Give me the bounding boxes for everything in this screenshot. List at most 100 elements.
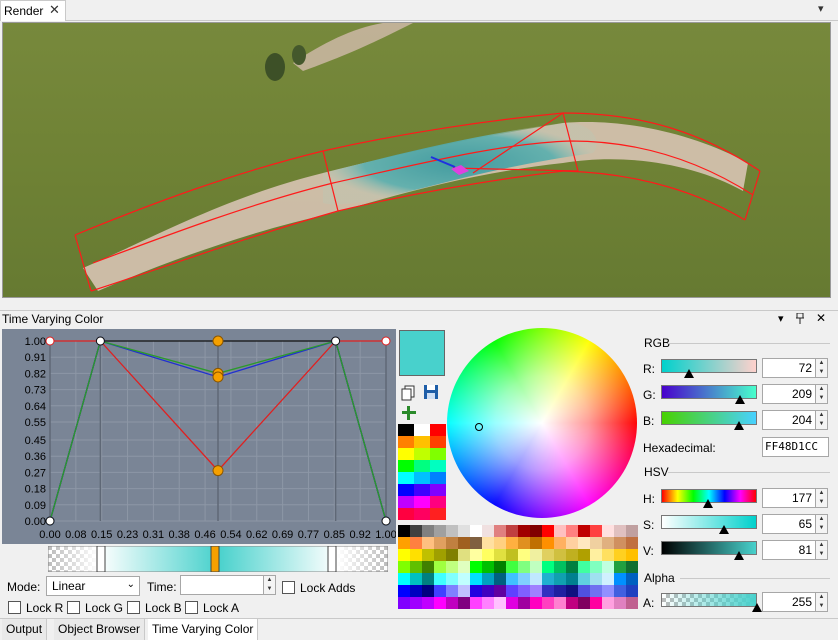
lock-a-checkbox[interactable] xyxy=(185,601,198,614)
palette-swatch[interactable] xyxy=(566,525,578,537)
time-input[interactable] xyxy=(180,575,264,595)
palette-swatch[interactable] xyxy=(398,597,410,609)
palette-swatch[interactable] xyxy=(470,537,482,549)
palette-swatch[interactable] xyxy=(434,561,446,573)
palette-swatch[interactable] xyxy=(446,525,458,537)
s-slider[interactable] xyxy=(661,515,757,529)
curve-graph[interactable]: 1.00 0.91 0.82 0.73 0.64 0.55 0.45 0.36 0.27 0.18… xyxy=(2,329,397,544)
palette-swatch[interactable] xyxy=(626,537,638,549)
palette-swatch[interactable] xyxy=(566,537,578,549)
palette-swatch[interactable] xyxy=(506,585,518,597)
lock-g-checkbox[interactable] xyxy=(67,601,80,614)
palette-swatch[interactable] xyxy=(614,537,626,549)
palette-swatch[interactable] xyxy=(518,561,530,573)
palette-swatch[interactable] xyxy=(414,460,430,472)
alpha-key-point[interactable] xyxy=(381,516,391,526)
palette-swatch[interactable] xyxy=(414,484,430,496)
palette-swatch[interactable] xyxy=(614,549,626,561)
palette-swatch[interactable] xyxy=(590,585,602,597)
palette-swatch[interactable] xyxy=(398,537,410,549)
palette-swatch[interactable] xyxy=(578,585,590,597)
palette-swatch[interactable] xyxy=(422,561,434,573)
mode-select[interactable]: Linear ⌄ xyxy=(46,576,140,596)
palette-swatch[interactable] xyxy=(554,573,566,585)
palette-swatch[interactable] xyxy=(398,424,414,436)
alpha-key-point[interactable] xyxy=(95,336,105,346)
palette-swatch[interactable] xyxy=(518,585,530,597)
palette-swatch[interactable] xyxy=(430,436,446,448)
palette-swatch[interactable] xyxy=(578,597,590,609)
g-slider-thumb[interactable] xyxy=(735,395,745,404)
palette-swatch[interactable] xyxy=(434,537,446,549)
palette-swatch[interactable] xyxy=(542,585,554,597)
palette-swatch[interactable] xyxy=(578,549,590,561)
palette-swatch[interactable] xyxy=(430,424,446,436)
palette-swatch[interactable] xyxy=(602,585,614,597)
palette-swatch[interactable] xyxy=(554,561,566,573)
a-slider-thumb[interactable] xyxy=(752,603,762,612)
close-icon[interactable]: ✕ xyxy=(816,311,826,325)
palette-swatch[interactable] xyxy=(398,484,414,496)
palette-swatch[interactable] xyxy=(414,448,430,460)
palette-swatch[interactable] xyxy=(470,525,482,537)
palette-swatch[interactable] xyxy=(602,561,614,573)
palette-swatch[interactable] xyxy=(434,597,446,609)
palette-swatch[interactable] xyxy=(542,537,554,549)
render-viewport[interactable] xyxy=(2,22,831,298)
palette-swatch[interactable] xyxy=(530,561,542,573)
palette-swatch[interactable] xyxy=(614,585,626,597)
palette-swatch[interactable] xyxy=(530,573,542,585)
palette-swatch[interactable] xyxy=(566,573,578,585)
a-stepper[interactable]: ▲ ▼ xyxy=(815,592,828,612)
palette-swatch[interactable] xyxy=(554,525,566,537)
chevron-down-icon[interactable]: ▾ xyxy=(778,312,784,325)
palette-swatch[interactable] xyxy=(422,573,434,585)
palette-swatch[interactable] xyxy=(506,573,518,585)
palette-swatch[interactable] xyxy=(590,549,602,561)
plus-icon[interactable] xyxy=(401,405,417,421)
palette-swatch[interactable] xyxy=(482,597,494,609)
palette-swatch[interactable] xyxy=(398,573,410,585)
palette-swatch[interactable] xyxy=(470,585,482,597)
palette-swatch[interactable] xyxy=(422,585,434,597)
palette-swatch[interactable] xyxy=(542,597,554,609)
lock-b-checkbox[interactable] xyxy=(127,601,140,614)
b-value[interactable]: 204 xyxy=(762,410,816,430)
hex-input[interactable]: FF48D1CC xyxy=(762,437,829,457)
palette-swatch[interactable] xyxy=(482,525,494,537)
red-key-point[interactable] xyxy=(212,465,224,477)
palette-swatch[interactable] xyxy=(410,585,422,597)
palette-swatch[interactable] xyxy=(414,436,430,448)
gradient-key[interactable] xyxy=(327,545,337,573)
palette-swatch[interactable] xyxy=(530,549,542,561)
time-stepper[interactable]: ▲ ▼ xyxy=(263,575,276,595)
palette-swatch[interactable] xyxy=(506,561,518,573)
palette-swatch[interactable] xyxy=(446,585,458,597)
palette-swatch[interactable] xyxy=(542,549,554,561)
palette-swatch[interactable] xyxy=(530,537,542,549)
palette-swatch[interactable] xyxy=(494,537,506,549)
palette-swatch[interactable] xyxy=(578,525,590,537)
lock-adds-checkbox[interactable] xyxy=(282,581,295,594)
palette-swatch[interactable] xyxy=(414,424,430,436)
palette-swatch[interactable] xyxy=(530,525,542,537)
palette-swatch[interactable] xyxy=(518,525,530,537)
palette-swatch[interactable] xyxy=(614,525,626,537)
palette-swatch[interactable] xyxy=(446,597,458,609)
s-value[interactable]: 65 xyxy=(762,514,816,534)
pin-icon[interactable] xyxy=(796,312,804,324)
palette-swatch[interactable] xyxy=(458,597,470,609)
chevron-down-icon[interactable]: ▾ xyxy=(818,2,824,15)
palette-swatch[interactable] xyxy=(482,561,494,573)
tab-object-browser[interactable]: Object Browser xyxy=(54,619,146,640)
palette-swatch[interactable] xyxy=(554,597,566,609)
color-palette-grid[interactable] xyxy=(398,525,638,611)
palette-swatch[interactable] xyxy=(446,549,458,561)
palette-swatch[interactable] xyxy=(518,549,530,561)
palette-swatch[interactable] xyxy=(518,537,530,549)
r-slider-thumb[interactable] xyxy=(684,369,694,378)
v-slider-thumb[interactable] xyxy=(734,551,744,560)
palette-swatch[interactable] xyxy=(626,597,638,609)
palette-swatch[interactable] xyxy=(554,585,566,597)
palette-swatch[interactable] xyxy=(614,561,626,573)
